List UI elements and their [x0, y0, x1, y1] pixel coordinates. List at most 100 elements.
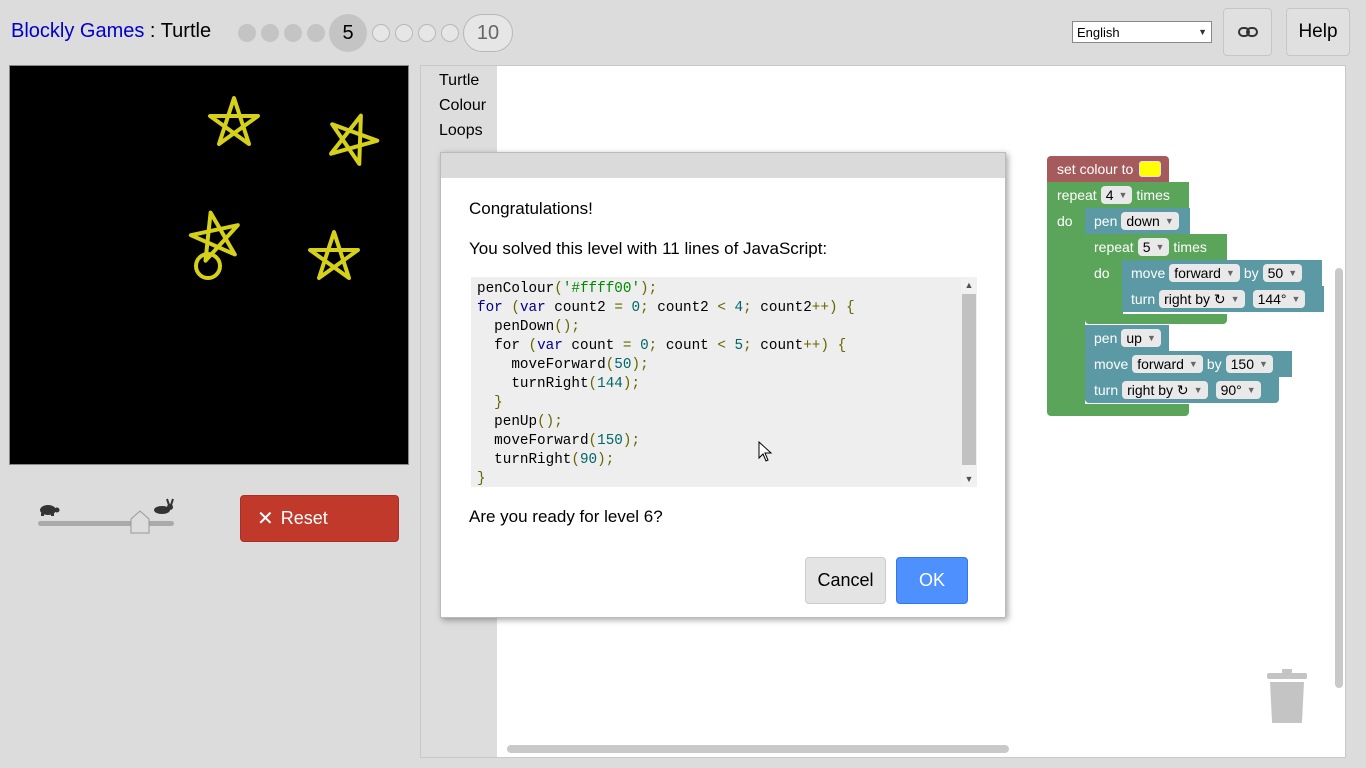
repeat-outer-footer: [1047, 404, 1189, 416]
level-last-link[interactable]: 10: [463, 14, 513, 52]
repeat-block-inner[interactable]: repeat 5 ▼ times: [1085, 234, 1227, 260]
turn-direction-field[interactable]: right by ↻ ▼: [1122, 381, 1208, 399]
dialog-titlebar[interactable]: [441, 153, 1005, 178]
inner-count-field[interactable]: 5 ▼: [1137, 238, 1170, 256]
reset-button[interactable]: ✕ Reset: [240, 495, 399, 542]
help-button[interactable]: Help: [1286, 8, 1350, 56]
direction-field[interactable]: forward ▼: [1132, 355, 1203, 373]
move-label: move: [1131, 265, 1166, 281]
repeat-inner-footer: [1085, 314, 1227, 324]
code-display[interactable]: penColour('#ffff00'); for (var count2 = …: [471, 277, 977, 487]
javascript-code: penColour('#ffff00'); for (var count2 = …: [477, 281, 855, 487]
outer-count-field[interactable]: 4 ▼: [1100, 186, 1133, 204]
dialog-ready-text: Are you ready for level 6?: [469, 507, 663, 526]
game-name: Turtle: [160, 20, 212, 42]
level-9-link[interactable]: [440, 24, 459, 42]
turn-right-90-block[interactable]: turn right by ↻ ▼ 90° ▼: [1085, 377, 1279, 403]
angle-field[interactable]: 144° ▼: [1252, 290, 1306, 308]
chevron-down-icon: ▼: [1246, 385, 1256, 395]
drawing: [188, 96, 380, 280]
by-label: by: [1243, 265, 1259, 281]
level-4-link[interactable]: [306, 24, 325, 42]
workspace-horizontal-scrollbar[interactable]: [507, 745, 1009, 753]
dialog-solved-text: You solved this level with 11 lines of J…: [469, 239, 828, 258]
level-3-link[interactable]: [283, 24, 302, 42]
distance-field[interactable]: 150 ▼: [1225, 355, 1273, 373]
move-label: move: [1094, 356, 1129, 372]
do-label: do: [1057, 213, 1073, 229]
chevron-down-icon: ▼: [1288, 268, 1298, 278]
pen-state-field[interactable]: up ▼: [1121, 329, 1161, 347]
angle-value: 144°: [1257, 291, 1287, 307]
level-7-link[interactable]: [394, 24, 413, 42]
ok-button[interactable]: OK: [896, 557, 968, 604]
set-colour-label: set colour to: [1057, 161, 1134, 177]
turn-direction-field[interactable]: right by ↻ ▼: [1159, 290, 1245, 308]
direction-field[interactable]: forward ▼: [1169, 264, 1240, 282]
title-separator: :: [144, 20, 161, 42]
chevron-down-icon: ▼: [1198, 27, 1207, 37]
star-4: [308, 230, 360, 280]
repeat-block-outer[interactable]: repeat 4 ▼ times: [1047, 182, 1189, 208]
level-selector: 5 10: [235, 13, 515, 53]
chevron-down-icon: ▼: [1146, 333, 1156, 343]
cancel-button[interactable]: Cancel: [805, 557, 886, 604]
link-button[interactable]: [1223, 8, 1272, 56]
direction-value: forward: [1174, 265, 1221, 281]
pen-label: pen: [1094, 213, 1118, 229]
turn-direction-value: right by ↻: [1164, 290, 1226, 307]
reset-label: Reset: [280, 508, 328, 528]
slider-thumb[interactable]: [130, 510, 150, 534]
workspace-vertical-scrollbar[interactable]: [1335, 268, 1343, 688]
level-1-link[interactable]: [237, 24, 256, 42]
chevron-down-icon: ▼: [1188, 359, 1198, 369]
app-name-link[interactable]: Blockly Games: [11, 20, 144, 42]
chevron-down-icon: ▼: [1259, 359, 1268, 369]
trash-icon[interactable]: [1266, 668, 1308, 724]
pen-state-field[interactable]: down ▼: [1121, 212, 1179, 230]
pen-up-block[interactable]: pen up ▼: [1085, 325, 1169, 351]
times-label: times: [1136, 187, 1170, 203]
repeat-label: repeat: [1057, 187, 1097, 203]
scroll-down-icon[interactable]: ▼: [961, 471, 977, 487]
scroll-up-icon[interactable]: ▲: [961, 277, 977, 293]
angle-field[interactable]: 90° ▼: [1215, 381, 1261, 399]
speed-slider[interactable]: [36, 496, 178, 536]
inner-count-value: 5: [1142, 239, 1151, 255]
toolbox-category-turtle[interactable]: Turtle: [439, 72, 479, 90]
turn-right-144-block[interactable]: turn right by ↻ ▼ 144° ▼: [1122, 286, 1324, 312]
set-colour-block[interactable]: set colour to: [1047, 156, 1169, 182]
by-label: by: [1206, 356, 1222, 372]
pen-down-value: down: [1126, 213, 1160, 229]
star-1: [208, 96, 260, 146]
level-8-link[interactable]: [417, 24, 436, 42]
repeat-inner-body: do: [1085, 260, 1123, 316]
toolbox-category-colour[interactable]: Colour: [439, 97, 486, 115]
do-label: do: [1094, 265, 1110, 281]
language-select[interactable]: English ▼: [1072, 21, 1212, 43]
chevron-down-icon: ▼: [1164, 216, 1174, 226]
mouse-cursor-icon: [758, 441, 773, 462]
rabbit-fast-icon: [154, 498, 174, 514]
level-6-link[interactable]: [371, 24, 390, 42]
distance-field[interactable]: 50 ▼: [1262, 264, 1303, 282]
colour-swatch[interactable]: [1139, 161, 1162, 177]
outer-count-value: 4: [1105, 187, 1114, 203]
turn-label: turn: [1131, 291, 1156, 307]
turtle-canvas: [9, 65, 409, 465]
level-current[interactable]: 5: [329, 14, 367, 52]
level-2-link[interactable]: [260, 24, 279, 42]
code-scrollbar[interactable]: ▲ ▼: [961, 277, 977, 487]
chevron-down-icon: ▼: [1230, 294, 1240, 304]
move-forward-150-block[interactable]: move forward ▼ by 150 ▼: [1085, 351, 1292, 377]
dialog-heading: Congratulations!: [469, 199, 593, 218]
code-scroll-thumb[interactable]: [962, 294, 976, 465]
chevron-down-icon: ▼: [1118, 190, 1128, 200]
repeat-label: repeat: [1094, 239, 1134, 255]
app-title: Blockly Games : Turtle: [11, 20, 211, 43]
turtle-slow-icon: [40, 505, 60, 516]
toolbox-category-loops[interactable]: Loops: [439, 122, 483, 140]
move-forward-50-block[interactable]: move forward ▼ by 50 ▼: [1122, 260, 1322, 286]
congratulations-dialog: Congratulations! You solved this level w…: [440, 152, 1006, 618]
pen-down-block[interactable]: pen down ▼: [1085, 208, 1190, 234]
